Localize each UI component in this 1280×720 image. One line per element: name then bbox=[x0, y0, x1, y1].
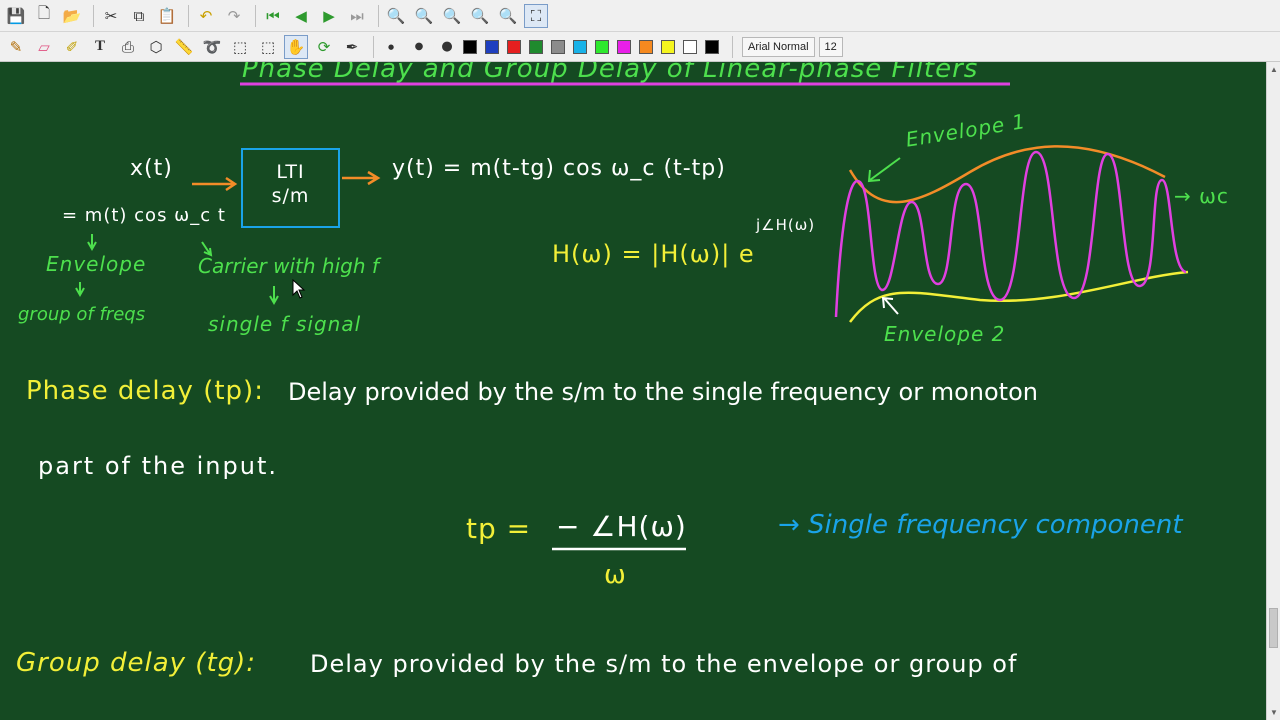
toolbar-separator bbox=[188, 4, 189, 27]
toolbar-separator bbox=[378, 4, 379, 27]
color-swatch-6[interactable] bbox=[595, 39, 609, 54]
hand-pan-icon[interactable]: ✋ bbox=[284, 34, 308, 59]
carrier-frequency-label: → ωc bbox=[1174, 184, 1229, 208]
color-swatch-10[interactable] bbox=[683, 39, 697, 54]
paste-icon[interactable]: 📋 bbox=[155, 4, 179, 28]
envelope-2-label: Envelope 2 bbox=[884, 322, 1006, 346]
pen-style-icon[interactable]: ✒ bbox=[340, 35, 364, 59]
phase-delay-definition-line2: part of the input. bbox=[38, 452, 278, 480]
scrollbar-thumb[interactable] bbox=[1269, 608, 1278, 648]
scroll-up-arrow-icon[interactable]: ▲ bbox=[1270, 65, 1278, 74]
single-frequency-component-note: → Single frequency component bbox=[778, 510, 1183, 540]
lasso-icon[interactable]: ➰ bbox=[200, 35, 224, 59]
input-signal-label: x(t) bbox=[130, 156, 173, 181]
next-page-icon[interactable]: ▶ bbox=[317, 4, 341, 28]
vertical-scrollbar[interactable]: ▲ ▼ bbox=[1266, 62, 1280, 720]
input-expression: = m(t) cos ω_c t bbox=[62, 205, 226, 226]
eraser-icon[interactable]: ▱ bbox=[32, 35, 56, 59]
phase-delay-definition-line1: Delay provided by the s/m to the single … bbox=[288, 378, 1038, 406]
tp-equation-lhs: tp = bbox=[466, 512, 532, 545]
select-area-icon[interactable]: ⬚ bbox=[228, 35, 252, 59]
save-icon[interactable]: 💾 bbox=[4, 4, 28, 28]
pen-size-medium-icon[interactable]: ● bbox=[407, 35, 431, 59]
output-arrow bbox=[342, 170, 381, 186]
pen-size-large-icon[interactable]: ● bbox=[435, 35, 459, 59]
zoom-page-icon[interactable]: 🔍 bbox=[468, 4, 492, 28]
main-toolbar: 💾 🗋 📂 ✂ ⧉ 📋 ↶ ↷ ⏮ ◀ ▶ ⏭ 🔍 🔍 🔍 🔍 🔍 ⛶ bbox=[0, 0, 1280, 32]
scroll-down-arrow-icon[interactable]: ▼ bbox=[1270, 708, 1278, 717]
open-folder-icon[interactable]: 📂 bbox=[60, 4, 84, 28]
cut-icon[interactable]: ✂ bbox=[99, 4, 123, 28]
redo-icon[interactable]: ↷ bbox=[222, 4, 246, 28]
highlighter-icon[interactable]: ✐ bbox=[60, 35, 84, 59]
zoom-fit-icon[interactable]: 🔍 bbox=[412, 4, 436, 28]
new-page-icon[interactable]: 🗋 bbox=[32, 4, 56, 28]
color-swatch-9[interactable] bbox=[661, 39, 675, 54]
color-swatch-7[interactable] bbox=[617, 39, 631, 54]
shapes-icon[interactable]: ⬡ bbox=[144, 35, 168, 59]
undo-icon[interactable]: ↶ bbox=[194, 4, 218, 28]
copy-icon[interactable]: ⧉ bbox=[127, 4, 151, 28]
color-swatch-5[interactable] bbox=[573, 39, 587, 54]
group-delay-heading: Group delay (tg): bbox=[16, 648, 257, 678]
pen-size-small-icon[interactable]: ● bbox=[379, 35, 403, 59]
color-swatch-11[interactable] bbox=[705, 39, 719, 54]
text-tool-icon[interactable]: T bbox=[88, 35, 112, 59]
transfer-function-expression: H(ω) = |H(ω)| e bbox=[552, 240, 755, 268]
single-signal-note: single f signal bbox=[208, 312, 362, 336]
group-arrow bbox=[75, 282, 85, 298]
color-palette bbox=[463, 39, 727, 54]
single-arrow bbox=[269, 286, 279, 306]
color-swatch-2[interactable] bbox=[507, 39, 521, 54]
fullscreen-icon[interactable]: ⛶ bbox=[524, 3, 548, 28]
toolbar-separator bbox=[373, 35, 374, 58]
zoom-reset-icon[interactable]: 🔍 bbox=[496, 4, 520, 28]
input-arrow bbox=[192, 176, 238, 192]
select-objects-icon[interactable]: ⬚ bbox=[256, 35, 280, 59]
envelope-2-pointer bbox=[881, 296, 899, 315]
envelope-2-curve bbox=[849, 270, 1189, 323]
group-of-freqs-note: group of freqs bbox=[18, 304, 146, 325]
color-swatch-3[interactable] bbox=[529, 39, 543, 54]
mouse-pointer-icon bbox=[292, 279, 306, 299]
transfer-function-exponent: j∠H(ω) bbox=[756, 216, 816, 234]
last-page-icon[interactable]: ⏭ bbox=[345, 4, 369, 28]
drawing-toolbar: ✎ ▱ ✐ T ⎙ ⬡ 📏 ➰ ⬚ ⬚ ✋ ⟳ ✒ ● ● ● Arial No… bbox=[0, 32, 1280, 62]
zoom-out-icon[interactable]: 🔍 bbox=[384, 4, 408, 28]
tp-equation-denominator: ω bbox=[604, 560, 627, 590]
envelope-1-pointer bbox=[867, 157, 901, 183]
toolbar-separator bbox=[93, 4, 94, 27]
stamp-icon[interactable]: ⎙ bbox=[116, 35, 140, 59]
lti-system-label: LTI s/m bbox=[271, 161, 310, 207]
toolbar-separator bbox=[255, 4, 256, 27]
color-swatch-0[interactable] bbox=[463, 39, 477, 54]
envelope-note: Envelope bbox=[46, 252, 147, 276]
pen-icon[interactable]: ✎ bbox=[4, 35, 28, 59]
first-page-icon[interactable]: ⏮ bbox=[261, 4, 285, 28]
color-swatch-4[interactable] bbox=[551, 39, 565, 54]
tp-equation-numerator: − ∠H(ω) bbox=[556, 510, 687, 543]
carrier-note: Carrier with high f bbox=[198, 254, 379, 278]
whiteboard-canvas[interactable]: Phase Delay and Group Delay of Linear-ph… bbox=[0, 62, 1266, 720]
phase-delay-heading: Phase delay (tp): bbox=[26, 376, 264, 406]
font-name-box[interactable]: Arial Normal bbox=[742, 36, 815, 57]
toolbar-separator bbox=[732, 35, 733, 58]
refresh-icon[interactable]: ⟳ bbox=[312, 35, 336, 59]
board-title: Phase Delay and Group Delay of Linear-ph… bbox=[242, 62, 979, 84]
zoom-in-icon[interactable]: 🔍 bbox=[440, 4, 464, 28]
ruler-icon[interactable]: 📏 bbox=[172, 35, 196, 59]
group-delay-definition: Delay provided by the s/m to the envelop… bbox=[310, 650, 1018, 678]
color-swatch-8[interactable] bbox=[639, 39, 653, 54]
envelope-arrow bbox=[87, 234, 97, 252]
color-swatch-1[interactable] bbox=[485, 39, 499, 54]
output-expression: y(t) = m(t-tg) cos ω_c (t-tp) bbox=[392, 156, 726, 181]
font-size-box[interactable]: 12 bbox=[818, 36, 843, 57]
carrier-waveform bbox=[834, 150, 1187, 318]
previous-page-icon[interactable]: ◀ bbox=[289, 4, 313, 28]
